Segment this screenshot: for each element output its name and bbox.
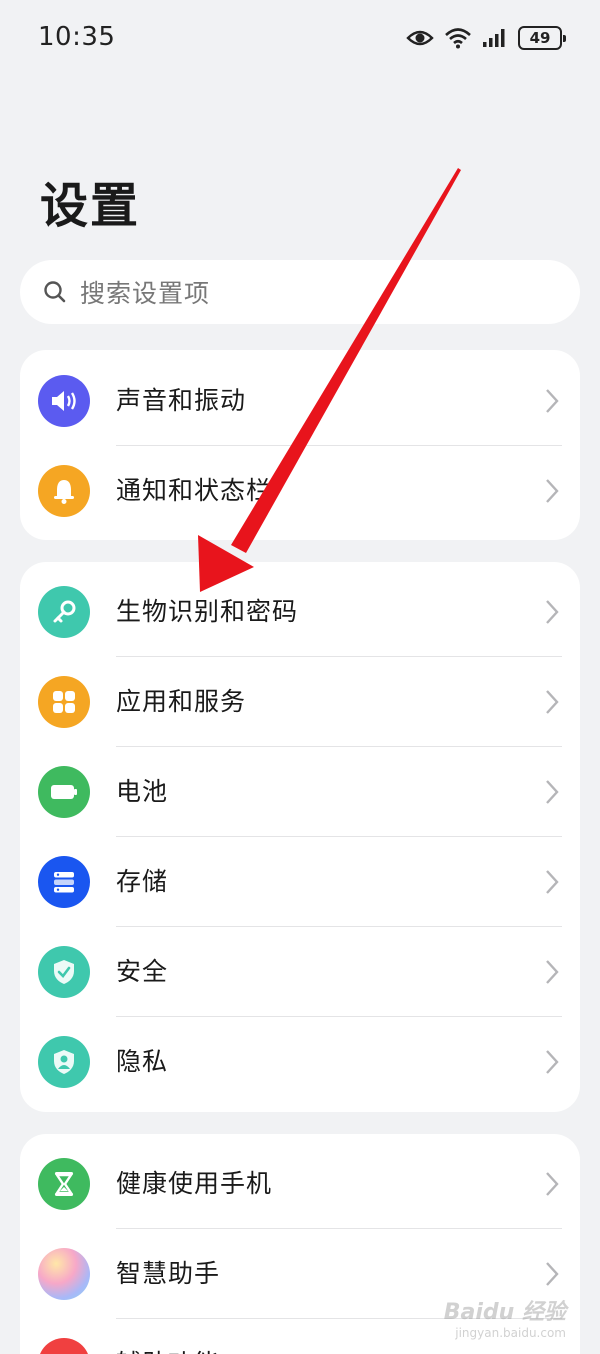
settings-item-biometrics[interactable]: 生物识别和密码 — [20, 567, 580, 657]
settings-item-label: 生物识别和密码 — [116, 597, 299, 626]
privacy-shield-icon — [38, 1036, 90, 1088]
wifi-icon — [444, 27, 472, 49]
chevron-right-icon — [546, 389, 559, 413]
apps-grid-icon — [38, 676, 90, 728]
battery-icon: 49 — [518, 26, 566, 50]
speaker-icon — [38, 375, 90, 427]
watermark: Baidu 经验 jingyan.baidu.com — [444, 1294, 566, 1340]
watermark-sub: jingyan.baidu.com — [455, 1326, 566, 1340]
bell-icon — [38, 465, 90, 517]
watermark-main: Baidu 经验 — [443, 1300, 566, 1325]
settings-item-label: 辅助功能 — [116, 1319, 220, 1354]
settings-item-privacy[interactable]: 隐私 — [20, 1017, 580, 1107]
hourglass-icon — [38, 1158, 90, 1210]
settings-item-label: 应用和服务 — [116, 687, 247, 716]
chevron-right-icon — [546, 780, 559, 804]
status-bar: 10:35 49 — [0, 0, 600, 76]
settings-group-2: 生物识别和密码 应用和服务 电池 存储 安全 隐私 — [20, 562, 580, 1112]
status-time: 10:35 — [38, 22, 116, 52]
chevron-right-icon — [546, 1262, 559, 1286]
settings-item-digital-balance[interactable]: 健康使用手机 — [20, 1139, 580, 1229]
chevron-right-icon — [546, 600, 559, 624]
eye-icon — [406, 28, 434, 48]
settings-item-label: 电池 — [116, 777, 169, 806]
page-title: 设置 — [40, 178, 141, 234]
settings-item-label: 隐私 — [116, 1047, 169, 1076]
search-input[interactable]: 搜索设置项 — [20, 260, 580, 324]
settings-item-label: 安全 — [116, 957, 169, 986]
search-placeholder: 搜索设置项 — [80, 279, 211, 308]
settings-item-battery[interactable]: 电池 — [20, 747, 580, 837]
signal-icon — [482, 28, 508, 48]
settings-item-notifications[interactable]: 通知和状态栏 — [20, 446, 580, 536]
chevron-right-icon — [546, 1050, 559, 1074]
search-icon — [44, 281, 66, 303]
settings-item-storage[interactable]: 存储 — [20, 837, 580, 927]
chevron-right-icon — [546, 690, 559, 714]
settings-item-security[interactable]: 安全 — [20, 927, 580, 1017]
settings-group-1: 声音和振动 通知和状态栏 — [20, 350, 580, 540]
settings-item-label: 存储 — [116, 867, 169, 896]
key-icon — [38, 586, 90, 638]
settings-screen: 10:35 49 设置 搜索设置项 声音和振动 通知和状态栏 生物识别和密码 应… — [0, 0, 600, 1354]
settings-item-label: 声音和振动 — [116, 386, 247, 415]
settings-item-label: 健康使用手机 — [116, 1169, 273, 1198]
chevron-right-icon — [546, 1172, 559, 1196]
settings-item-label: 智慧助手 — [116, 1259, 221, 1288]
battery-icon — [38, 766, 90, 818]
shield-check-icon — [38, 946, 90, 998]
chevron-right-icon — [546, 960, 559, 984]
settings-item-apps[interactable]: 应用和服务 — [20, 657, 580, 747]
chevron-right-icon — [546, 479, 559, 503]
chevron-right-icon — [546, 870, 559, 894]
settings-item-sound[interactable]: 声音和振动 — [20, 356, 580, 446]
storage-icon — [38, 856, 90, 908]
status-icons: 49 — [406, 24, 566, 52]
settings-item-label: 通知和状态栏 — [116, 476, 273, 505]
assistant-orb-icon — [38, 1248, 90, 1300]
accessibility-icon — [38, 1338, 90, 1354]
